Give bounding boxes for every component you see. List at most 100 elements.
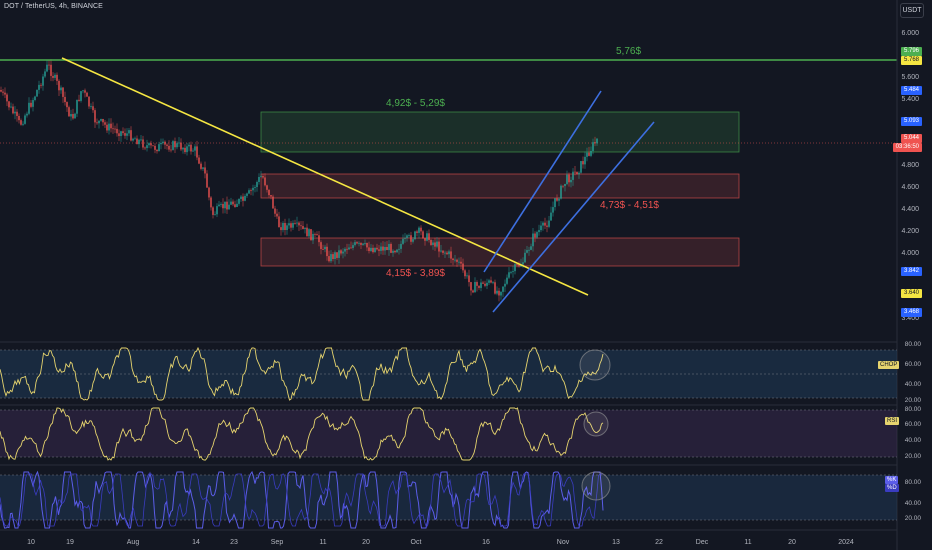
upper-zone-label[interactable]: 4,92$ - 5,29$ bbox=[386, 98, 445, 109]
candle-body bbox=[344, 248, 346, 252]
candle-body bbox=[68, 107, 70, 117]
countdown-tag: 03:36:50 bbox=[892, 143, 922, 152]
chart-canvas[interactable] bbox=[0, 0, 932, 550]
candle-body bbox=[122, 131, 124, 134]
stoch-k-tag: %K bbox=[885, 476, 899, 484]
candle-body bbox=[364, 242, 366, 244]
channel-low-tag: 3.842 bbox=[900, 267, 922, 276]
candle-body bbox=[38, 84, 40, 90]
candle-body bbox=[464, 270, 466, 277]
candle-body bbox=[440, 250, 442, 252]
candle-body bbox=[504, 283, 506, 287]
chop-highlight-circle[interactable] bbox=[579, 349, 611, 381]
candle-body bbox=[190, 144, 192, 152]
candle-body bbox=[394, 250, 396, 253]
price-tick: 4.400 bbox=[901, 206, 919, 213]
candle-body bbox=[328, 256, 330, 262]
channel-high-tag: 5.484 bbox=[900, 86, 922, 95]
candle-body bbox=[130, 130, 132, 141]
candle-body bbox=[596, 138, 598, 144]
candle-body bbox=[224, 201, 226, 209]
candle-body bbox=[72, 114, 74, 119]
candle-body bbox=[448, 251, 450, 255]
candle-body bbox=[118, 133, 120, 137]
candle-body bbox=[300, 225, 302, 227]
candle-body bbox=[110, 123, 112, 129]
candle-body bbox=[576, 171, 578, 175]
candle-body bbox=[112, 128, 114, 130]
candle-body bbox=[554, 198, 556, 208]
bullish-zone-box[interactable] bbox=[260, 111, 740, 153]
candle-body bbox=[380, 246, 382, 251]
candle-body bbox=[338, 250, 340, 258]
candle-body bbox=[182, 147, 184, 150]
candle-body bbox=[266, 185, 268, 190]
candle-body bbox=[432, 242, 434, 246]
candle-body bbox=[16, 111, 18, 116]
candle-body bbox=[76, 99, 78, 114]
candle-body bbox=[232, 201, 234, 205]
candle-body bbox=[556, 198, 558, 201]
candle-body bbox=[358, 242, 360, 244]
candle-body bbox=[478, 285, 480, 288]
bearish-zone-box-low[interactable] bbox=[260, 237, 740, 267]
candle-body bbox=[162, 141, 164, 143]
candle-body bbox=[104, 122, 106, 125]
candle-body bbox=[350, 247, 352, 249]
candle-body bbox=[408, 235, 410, 237]
candle-body bbox=[82, 90, 84, 92]
price-tick: 4.600 bbox=[901, 184, 919, 191]
rsi-band bbox=[0, 410, 897, 457]
middle-zone-label[interactable]: 4,73$ - 4,51$ bbox=[600, 200, 659, 211]
candle-body bbox=[142, 139, 144, 148]
candle-body bbox=[306, 227, 308, 237]
candle-body bbox=[302, 226, 304, 229]
candle-body bbox=[58, 80, 60, 91]
lower-zone-label[interactable]: 4,15$ - 3,89$ bbox=[386, 268, 445, 279]
candle-body bbox=[290, 223, 292, 228]
candle-body bbox=[152, 145, 154, 147]
candle-body bbox=[590, 150, 592, 156]
candle-body bbox=[248, 190, 250, 194]
candle-body bbox=[416, 231, 418, 233]
candle-body bbox=[86, 92, 88, 97]
chop-tick: 80.00 bbox=[904, 341, 921, 348]
channel-mid-tag: 5.093 bbox=[900, 117, 922, 126]
candle-body bbox=[272, 196, 274, 209]
candle-body bbox=[22, 123, 24, 125]
time-label: 22 bbox=[655, 539, 663, 546]
stoch-highlight-circle[interactable] bbox=[581, 471, 611, 501]
price-tick: 4.800 bbox=[901, 162, 919, 169]
candle-body bbox=[446, 252, 448, 255]
candle-body bbox=[366, 242, 368, 248]
candle-body bbox=[200, 163, 202, 169]
candle-body bbox=[234, 204, 236, 207]
candle-body bbox=[498, 290, 500, 296]
candle-body bbox=[184, 147, 186, 153]
candle-body bbox=[120, 131, 122, 137]
stoch-tick: 40.00 bbox=[904, 500, 921, 507]
candle-body bbox=[6, 94, 8, 102]
candle-body bbox=[414, 231, 416, 240]
rsi-highlight-circle[interactable] bbox=[583, 411, 609, 437]
candle-body bbox=[452, 258, 454, 261]
bearish-zone-box-mid[interactable] bbox=[260, 173, 740, 199]
candle-body bbox=[468, 275, 470, 283]
candle-body bbox=[244, 195, 246, 201]
price-tick: 4.000 bbox=[901, 250, 919, 257]
candle-body bbox=[238, 198, 240, 204]
time-label: 11 bbox=[744, 539, 752, 546]
candle-body bbox=[280, 227, 282, 231]
candle-body bbox=[510, 271, 512, 273]
resistance-low-tag: 5.768 bbox=[900, 56, 922, 65]
candle-body bbox=[278, 216, 280, 228]
candle-body bbox=[402, 238, 404, 244]
candle-body bbox=[508, 272, 510, 278]
resistance-label[interactable]: 5,76$ bbox=[616, 46, 641, 57]
candle-body bbox=[474, 282, 476, 293]
candle-body bbox=[480, 282, 482, 288]
candle-body bbox=[288, 223, 290, 226]
candle-body bbox=[124, 133, 126, 136]
chop-tick: 60.00 bbox=[904, 361, 921, 368]
candle-body bbox=[106, 124, 108, 131]
